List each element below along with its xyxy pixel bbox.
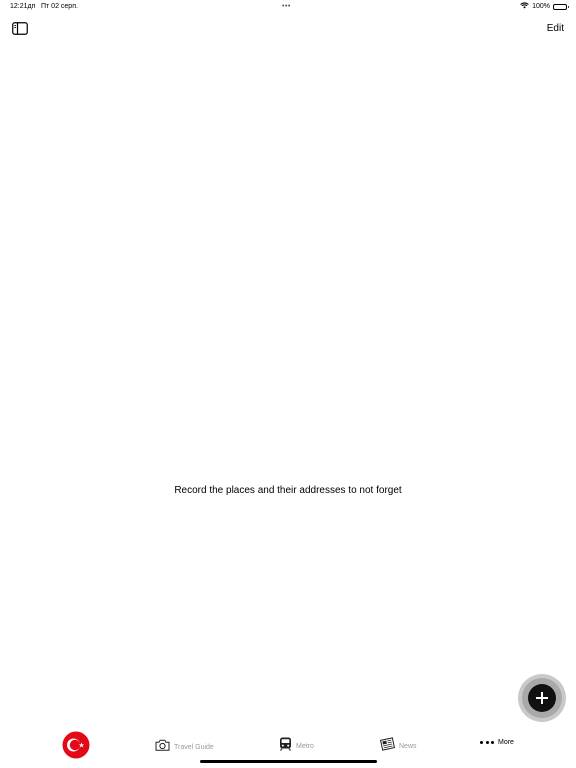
screen: 12:21дп Пт 02 серп. ••• 100% Edit Record… [0,0,576,768]
more-dots-icon [480,741,494,744]
tab-travel-guide[interactable]: Travel Guide [155,738,214,756]
tab-turkey[interactable] [62,731,90,764]
tab-more[interactable]: More [480,739,514,746]
sidebar-toggle-icon[interactable] [12,22,28,35]
tab-metro-label: Metro [296,743,314,750]
edit-button[interactable]: Edit [547,23,564,34]
status-bar: 12:21дп Пт 02 серп. ••• 100% [0,0,576,14]
tab-travel-guide-label: Travel Guide [174,743,214,751]
newspaper-icon [379,737,396,756]
status-right: 100% [520,2,569,11]
camera-icon [155,738,170,756]
wifi-icon [520,2,529,11]
status-date: Пт 02 серп. [41,3,78,10]
tab-metro[interactable]: Metro [279,737,314,756]
navigation-bar: Edit [0,14,576,44]
battery-percent: 100% [532,3,550,10]
empty-state-message: Record the places and their addresses to… [174,485,402,496]
add-place-button[interactable] [528,684,556,712]
home-indicator [200,760,377,763]
tab-news[interactable]: News [379,737,417,756]
status-time: 12:21дп [10,3,36,10]
tab-news-label: News [399,743,417,750]
metro-train-icon [279,737,292,756]
tab-more-label: More [498,739,514,746]
battery-icon [553,3,569,10]
multitask-dots-icon[interactable]: ••• [282,3,291,10]
turkey-flag-icon [62,731,90,764]
